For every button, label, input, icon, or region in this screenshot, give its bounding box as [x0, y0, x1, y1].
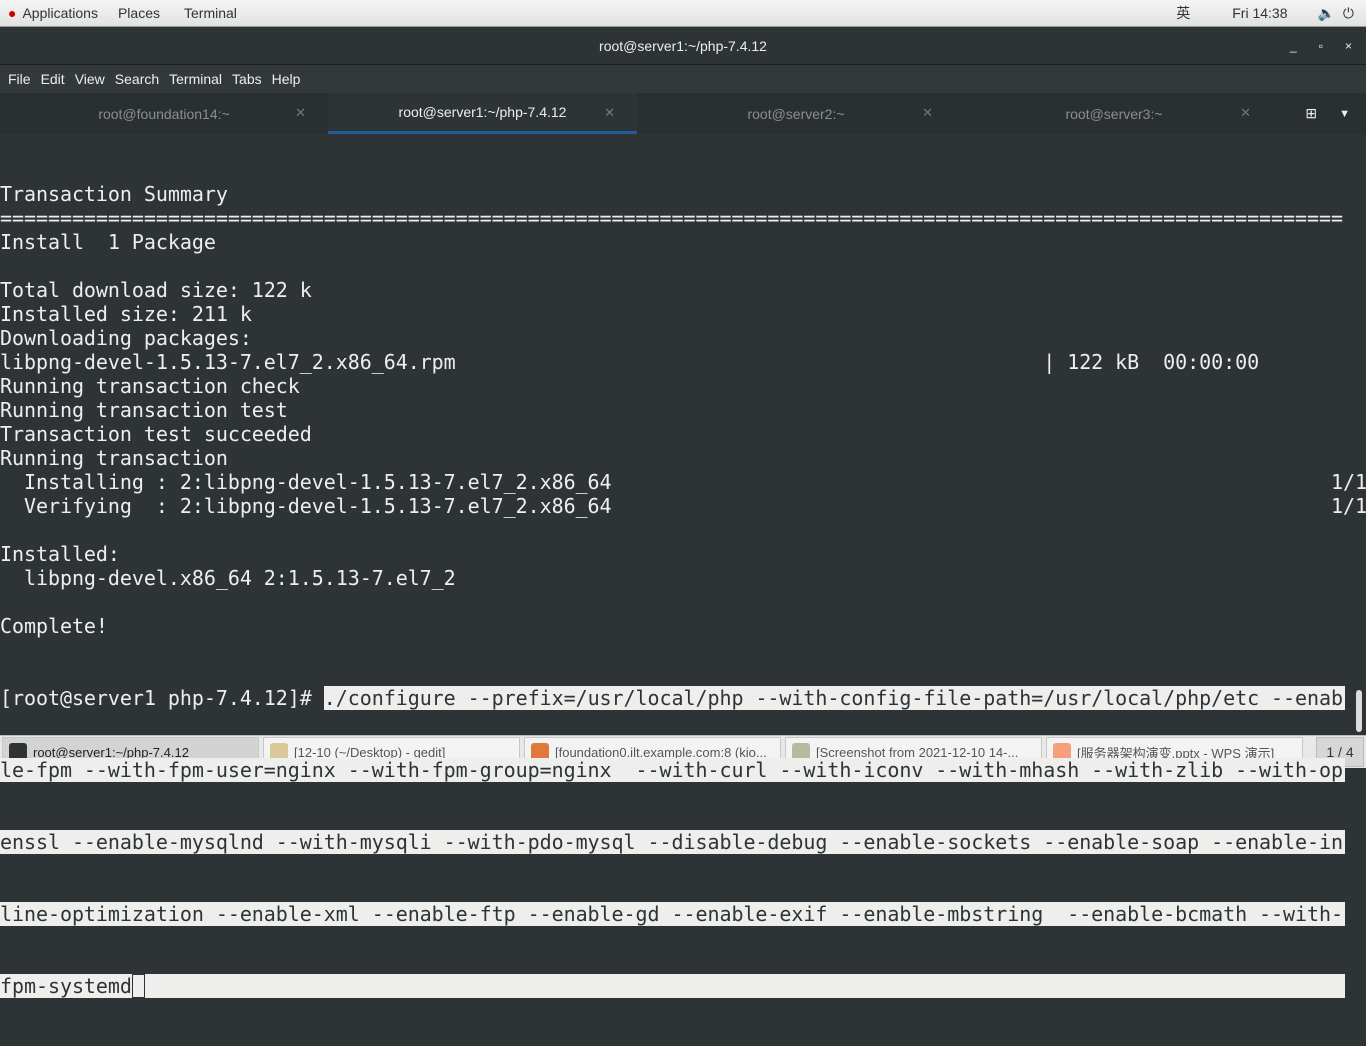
- close-tab-icon[interactable]: ✕: [1240, 105, 1251, 121]
- terminal-line: ========================================…: [0, 206, 1343, 230]
- command-line: enssl --enable-mysqlnd --with-mysqli --w…: [0, 830, 1345, 854]
- terminal-line: Installing : 2:libpng-devel-1.5.13-7.el7…: [0, 470, 1366, 494]
- tab-bar: root@foundation14:~ ✕ root@server1:~/php-…: [0, 93, 1366, 134]
- command-text: ./configure --prefix=/usr/local/php --wi…: [323, 686, 1344, 710]
- terminal-line: Transaction test succeeded: [0, 422, 312, 446]
- terminal-output[interactable]: Transaction Summary =====================…: [0, 134, 1366, 998]
- terminal-app-menu[interactable]: Terminal: [184, 5, 237, 21]
- menubar: File Edit View Search Terminal Tabs Help: [0, 65, 1366, 93]
- terminal-line: Running transaction check: [0, 374, 300, 398]
- command-line: fpm-systemd: [0, 974, 1345, 998]
- maximize-button[interactable]: ▫: [1319, 39, 1323, 53]
- terminal-line: Verifying : 2:libpng-devel-1.5.13-7.el7_…: [0, 494, 1366, 518]
- applications-menu[interactable]: Applications: [22, 5, 98, 21]
- tab-server3[interactable]: root@server3:~ ✕: [955, 93, 1273, 134]
- command-text: fpm-systemd: [0, 974, 132, 998]
- menu-terminal[interactable]: Terminal: [169, 71, 222, 87]
- close-tab-icon[interactable]: ✕: [604, 105, 615, 121]
- command-line: line-optimization --enable-xml --enable-…: [0, 902, 1345, 926]
- terminal-line: Install 1 Package: [0, 230, 216, 254]
- tab-server2[interactable]: root@server2:~ ✕: [637, 93, 955, 134]
- close-tab-icon[interactable]: ✕: [295, 105, 306, 121]
- text-cursor: [131, 974, 145, 998]
- menu-file[interactable]: File: [8, 71, 31, 87]
- terminal-line: Installed size: 211 k: [0, 302, 252, 326]
- terminal-line: libpng-devel.x86_64 2:1.5.13-7.el7_2: [0, 566, 456, 590]
- volume-icon[interactable]: 🔈: [1317, 5, 1334, 22]
- close-tab-icon[interactable]: ✕: [922, 105, 933, 121]
- terminal-line: Installed:: [0, 542, 120, 566]
- places-menu[interactable]: Places: [118, 5, 160, 21]
- minimize-button[interactable]: _: [1290, 39, 1297, 53]
- terminal-line: Downloading packages:: [0, 326, 252, 350]
- close-button[interactable]: ×: [1345, 39, 1352, 53]
- menu-view[interactable]: View: [75, 71, 105, 87]
- shell-prompt: [root@server1 php-7.4.12]#: [0, 686, 324, 710]
- input-method-indicator[interactable]: 英: [1176, 3, 1190, 23]
- command-line: [root@server1 php-7.4.12]# ./configure -…: [0, 686, 1345, 710]
- terminal-line: Running transaction test: [0, 398, 288, 422]
- power-icon[interactable]: ⏻: [1343, 5, 1354, 22]
- window-titlebar: root@server1:~/php-7.4.12 _ ▫ ×: [0, 27, 1366, 65]
- menu-edit[interactable]: Edit: [41, 71, 65, 87]
- tab-label: root@server2:~: [747, 105, 845, 122]
- tab-label: root@foundation14:~: [98, 105, 230, 122]
- window-title: root@server1:~/php-7.4.12: [599, 37, 767, 54]
- new-tab-icon[interactable]: ⊞: [1305, 105, 1317, 122]
- terminal-line: Running transaction: [0, 446, 228, 470]
- terminal-scrollbar[interactable]: [1356, 690, 1362, 732]
- tab-list-chevron-down-icon[interactable]: ▼: [1339, 108, 1350, 120]
- menu-search[interactable]: Search: [115, 71, 159, 87]
- menu-help[interactable]: Help: [272, 71, 301, 87]
- clock[interactable]: Fri 14:38: [1232, 5, 1287, 21]
- redhat-icon: ●: [8, 5, 17, 21]
- terminal-line: Total download size: 122 k: [0, 278, 312, 302]
- terminal-line: libpng-devel-1.5.13-7.el7_2.x86_64.rpm |…: [0, 350, 1260, 374]
- menu-tabs[interactable]: Tabs: [232, 71, 262, 87]
- tab-foundation14[interactable]: root@foundation14:~ ✕: [0, 93, 328, 134]
- tab-label: root@server1:~/php-7.4.12: [398, 104, 567, 120]
- terminal-line: Complete!: [0, 614, 108, 638]
- terminal-line: Transaction Summary: [0, 182, 228, 206]
- command-line: le-fpm --with-fpm-user=nginx --with-fpm-…: [0, 758, 1345, 782]
- tab-server1[interactable]: root@server1:~/php-7.4.12 ✕: [328, 93, 637, 134]
- tab-label: root@server3:~: [1065, 105, 1163, 122]
- top-panel: ● Applications Places Terminal 英 Fri 14:…: [0, 0, 1366, 27]
